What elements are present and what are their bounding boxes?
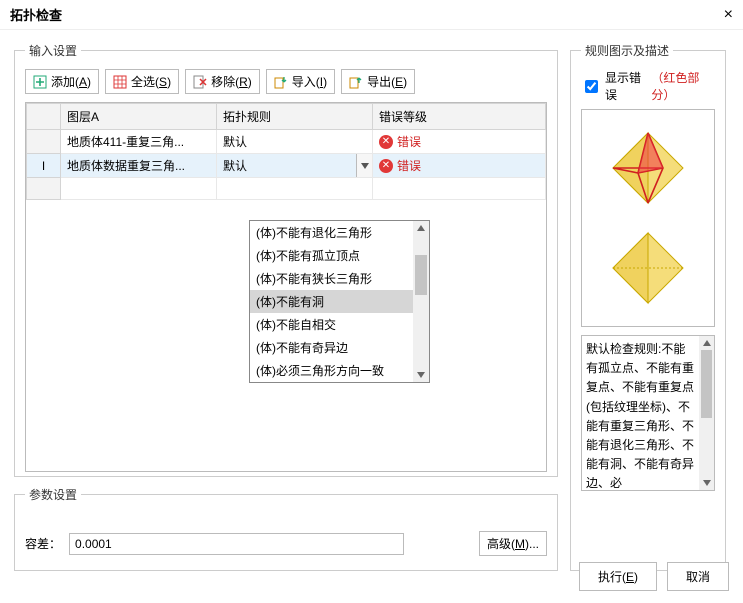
col-rule[interactable]: 拓扑规则 — [217, 104, 373, 130]
remove-icon — [193, 75, 207, 89]
table-row[interactable]: 地质体411-重复三角...默认 ✕ 错误 — [27, 130, 546, 154]
show-error-suffix: （红色部分） — [651, 69, 715, 103]
col-layer[interactable]: 图层A — [61, 104, 217, 130]
show-error-checkbox-row[interactable]: 显示错误（红色部分） — [581, 69, 715, 103]
import-label: 导入(I) — [292, 73, 327, 90]
dialog-body: 输入设置 添加(A) 全选(S) — [0, 30, 743, 603]
row-marker — [27, 130, 61, 154]
desc-scroll-thumb[interactable] — [701, 350, 712, 418]
error-icon: ✕ — [379, 135, 393, 149]
dropdown-item[interactable]: (体)不能有洞 — [250, 290, 413, 313]
cancel-button[interactable]: 取消 — [667, 562, 729, 591]
add-label: 添加(A) — [51, 73, 91, 90]
remove-button[interactable]: 移除(R) — [185, 69, 260, 94]
param-settings-group: 参数设置 容差： 高级(M)... — [14, 486, 558, 571]
dropdown-scrollbar[interactable] — [413, 221, 429, 382]
import-icon — [274, 75, 288, 89]
select-all-label: 全选(S) — [131, 73, 171, 90]
titlebar: 拓扑检查 × — [0, 0, 743, 30]
rule-description-text: 默认检查规则:不能有孤立点、不能有重复点、不能有重复点(包括纹理坐标)、不能有重… — [586, 340, 710, 491]
error-text: 错误 — [397, 157, 421, 174]
cell-rule[interactable]: 默认 — [217, 154, 373, 178]
scroll-up-icon[interactable] — [413, 221, 429, 235]
tolerance-label: 容差： — [25, 535, 61, 552]
export-label: 导出(E) — [367, 73, 407, 90]
description-scrollbar[interactable] — [699, 336, 714, 490]
close-icon[interactable]: × — [724, 6, 733, 24]
rules-table-wrap: 图层A 拓扑规则 错误等级 地质体411-重复三角...默认✕错误I地质体数据重… — [25, 102, 547, 472]
remove-label: 移除(R) — [211, 73, 252, 90]
dropdown-item[interactable]: (体)不能有奇异边 — [250, 336, 413, 359]
show-error-label: 显示错误 — [605, 69, 647, 103]
scroll-thumb[interactable] — [415, 255, 427, 295]
cancel-label: 取消 — [686, 568, 710, 585]
tolerance-input[interactable] — [69, 533, 404, 555]
row-marker: I — [27, 154, 61, 178]
scroll-track[interactable] — [413, 295, 429, 368]
col-rowhead[interactable] — [27, 104, 61, 130]
error-text: 错误 — [397, 133, 421, 150]
cell-layer[interactable]: 地质体数据重复三角... — [61, 154, 217, 178]
desc-scroll-down-icon[interactable] — [699, 476, 714, 490]
cell-layer[interactable]: 地质体411-重复三角... — [61, 130, 217, 154]
input-settings-group: 输入设置 添加(A) 全选(S) — [14, 42, 558, 477]
table-row-empty — [27, 178, 546, 200]
export-icon — [349, 75, 363, 89]
advanced-button[interactable]: 高级(M)... — [479, 531, 547, 556]
cell-rule[interactable]: 默认 — [217, 130, 373, 154]
rule-illustration-group: 规则图示及描述 显示错误（红色部分） — [570, 42, 726, 571]
advanced-label: 高级(M)... — [487, 535, 539, 552]
cell-level[interactable]: ✕ 错误 — [373, 154, 546, 178]
desc-scroll-up-icon[interactable] — [699, 336, 714, 350]
add-button[interactable]: 添加(A) — [25, 69, 99, 94]
desc-scroll-track[interactable] — [699, 418, 714, 476]
export-button[interactable]: 导出(E) — [341, 69, 415, 94]
rules-table: 图层A 拓扑规则 错误等级 地质体411-重复三角...默认✕错误I地质体数据重… — [26, 103, 546, 200]
dropdown-item[interactable]: (体)不能有退化三角形 — [250, 221, 413, 244]
execute-button[interactable]: 执行(E) — [579, 562, 657, 591]
dialog-window: 拓扑检查 × 输入设置 添加(A) 全选(S) — [0, 0, 743, 603]
dropdown-item[interactable]: (体)不能自相交 — [250, 313, 413, 336]
rule-dropdown-list: (体)不能有退化三角形(体)不能有孤立顶点(体)不能有狭长三角形(体)不能有洞(… — [250, 221, 413, 382]
rule-dropdown[interactable]: (体)不能有退化三角形(体)不能有孤立顶点(体)不能有狭长三角形(体)不能有洞(… — [249, 220, 430, 383]
error-icon: ✕ — [379, 159, 393, 173]
import-button[interactable]: 导入(I) — [266, 69, 335, 94]
dropdown-item[interactable]: (体)必须三角形方向一致 — [250, 359, 413, 382]
dropdown-toggle-icon[interactable] — [356, 154, 372, 177]
input-settings-legend: 输入设置 — [25, 42, 81, 59]
toolbar: 添加(A) 全选(S) 移除(R) — [25, 69, 547, 94]
rule-preview — [581, 109, 715, 327]
dropdown-item[interactable]: (体)不能有孤立顶点 — [250, 244, 413, 267]
execute-label: 执行(E) — [598, 568, 638, 585]
error-polyhedron-icon — [608, 128, 688, 208]
footer-buttons: 执行(E) 取消 — [579, 562, 729, 591]
grid-icon — [113, 75, 127, 89]
col-level[interactable]: 错误等级 — [373, 104, 546, 130]
param-settings-legend: 参数设置 — [25, 486, 81, 503]
tolerance-row: 容差： 高级(M)... — [25, 531, 547, 556]
show-error-checkbox[interactable] — [585, 80, 598, 93]
plain-polyhedron-icon — [608, 228, 688, 308]
table-row[interactable]: I地质体数据重复三角...默认 ✕ 错误 — [27, 154, 546, 178]
scroll-down-icon[interactable] — [413, 368, 429, 382]
select-all-button[interactable]: 全选(S) — [105, 69, 179, 94]
dropdown-item[interactable]: (体)不能有狭长三角形 — [250, 267, 413, 290]
rule-description: 默认检查规则:不能有孤立点、不能有重复点、不能有重复点(包括纹理坐标)、不能有重… — [581, 335, 715, 491]
plus-icon — [33, 75, 47, 89]
window-title: 拓扑检查 — [10, 5, 62, 24]
rule-illustration-legend: 规则图示及描述 — [581, 42, 673, 59]
cell-level[interactable]: ✕ 错误 — [373, 130, 546, 154]
